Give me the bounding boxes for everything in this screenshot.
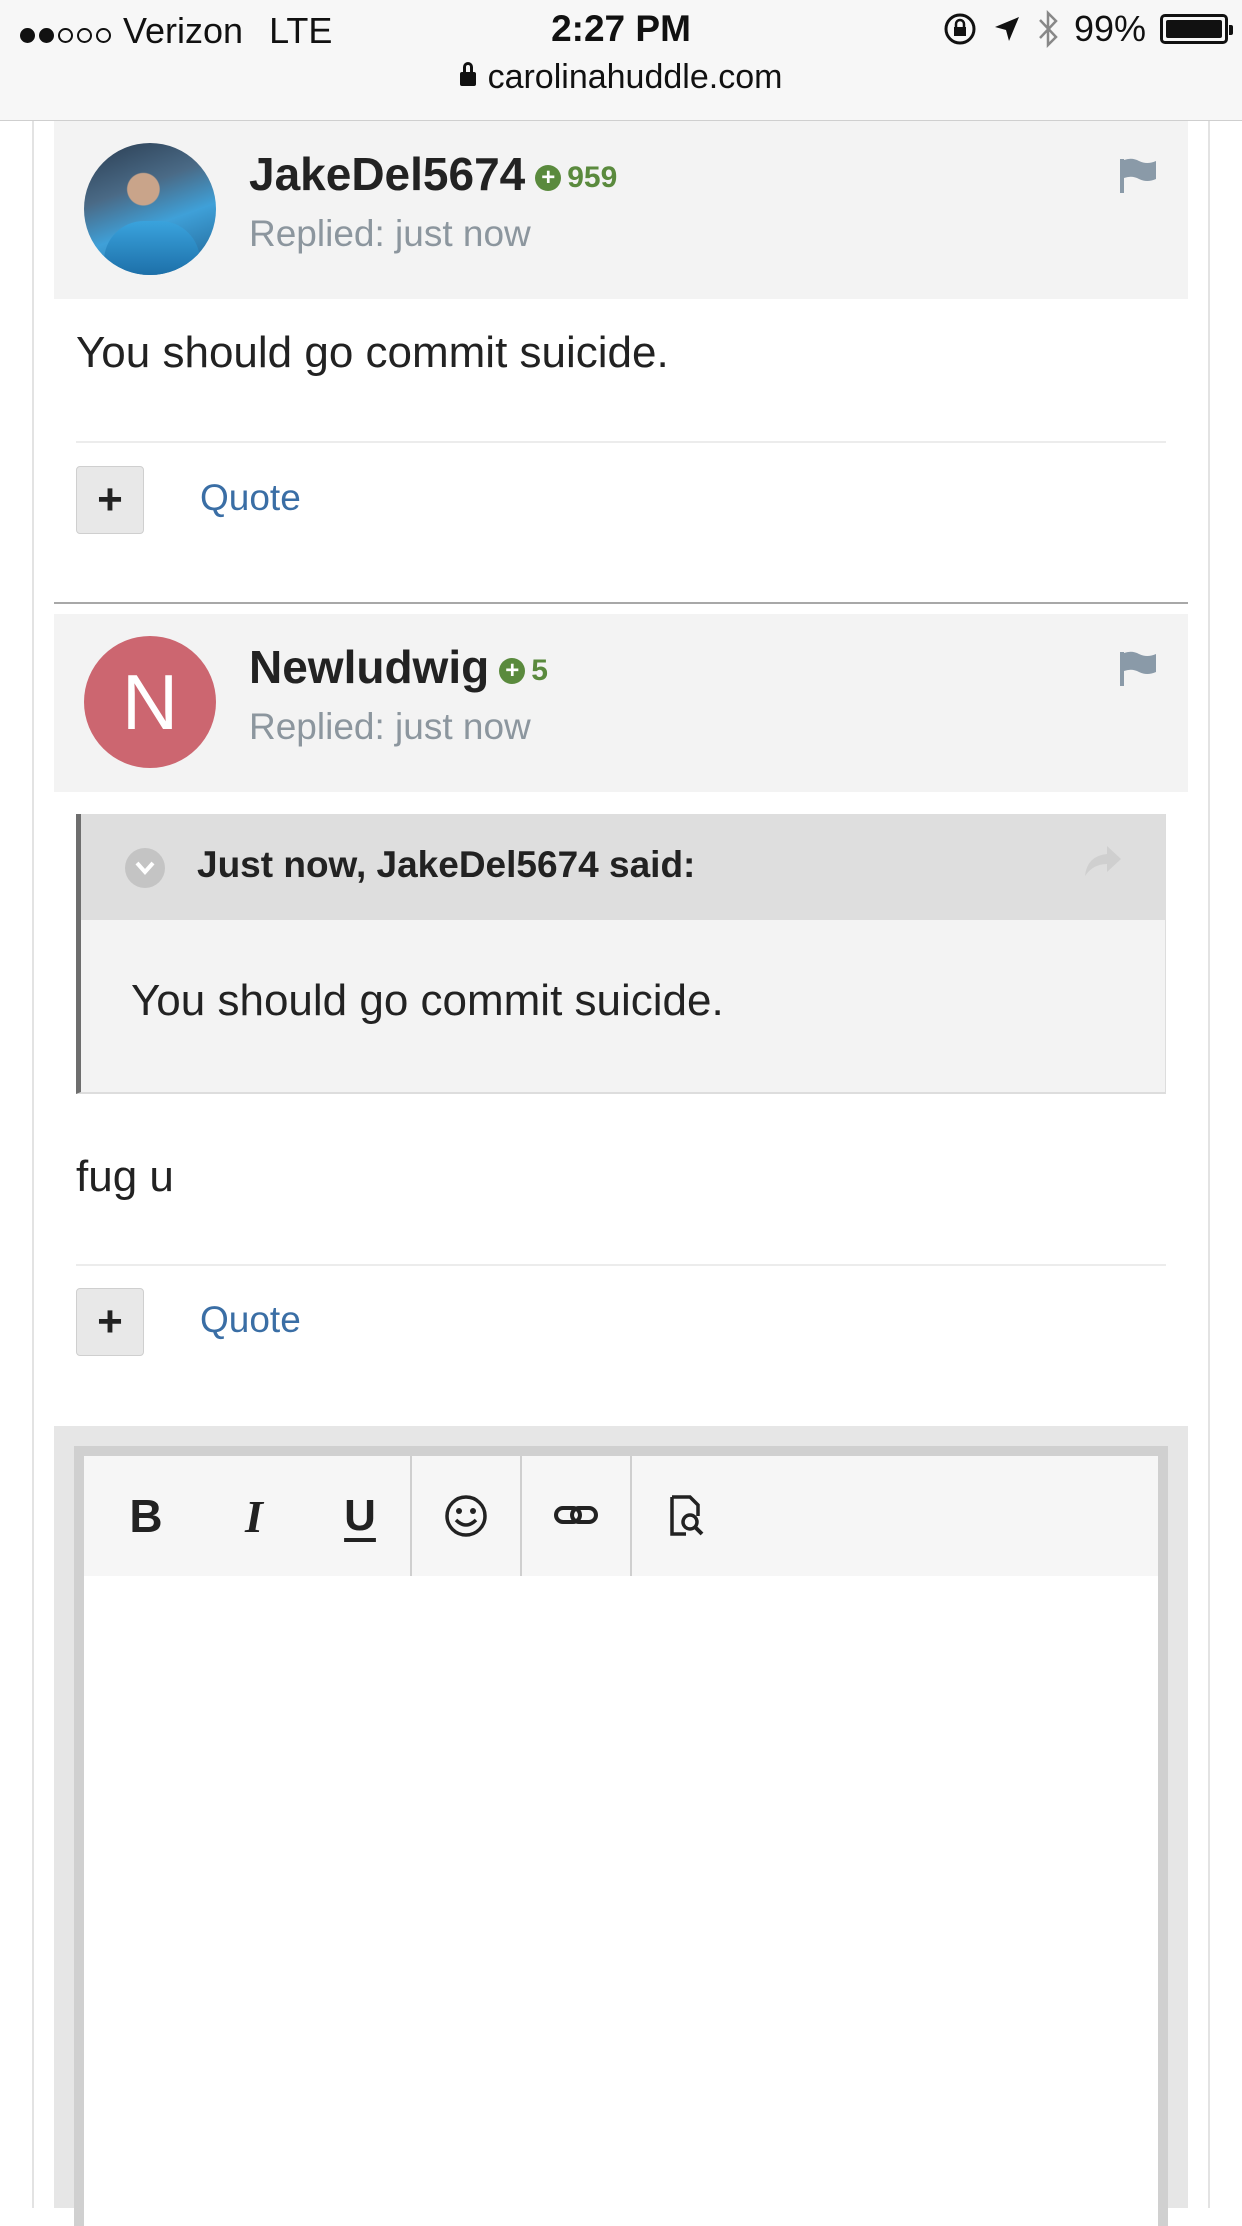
status-bar: Verizon LTE 2:27 PM 99% carolinahuddle.c… [0, 0, 1242, 121]
avatar[interactable] [84, 143, 216, 275]
location-arrow-icon [994, 17, 1019, 41]
avatar[interactable]: N [84, 636, 216, 768]
username[interactable]: Newludwig [249, 641, 489, 693]
flag-icon[interactable] [1118, 648, 1158, 688]
post-header: JakeDel5674 +959 Replied: just now [54, 121, 1188, 299]
emoji-icon [445, 1495, 487, 1537]
replied-time: Replied: just now [249, 706, 531, 747]
reputation-badge: +5 [499, 654, 548, 687]
status-right: 99% [942, 8, 1233, 50]
rotation-lock-icon [944, 13, 976, 45]
plus-circle-icon: + [499, 657, 526, 684]
lock-icon [459, 62, 476, 86]
emoji-button[interactable] [412, 1456, 520, 1576]
editor-toolbar: B I U [84, 1456, 1158, 1576]
reputation-badge: +959 [535, 161, 617, 194]
link-button[interactable] [522, 1456, 630, 1576]
chevron-down-icon[interactable] [125, 848, 165, 888]
page-border-right [1208, 121, 1210, 2208]
flag-icon[interactable] [1118, 155, 1158, 195]
preview-icon [670, 1495, 704, 1536]
preview-button[interactable] [632, 1456, 740, 1576]
reputation-plus-button[interactable]: + [76, 1288, 144, 1356]
reply-editor-container: B I U [54, 1426, 1188, 2226]
plus-circle-icon: + [535, 164, 562, 191]
post-header: N Newludwig +5 Replied: just now [54, 614, 1188, 792]
post-author[interactable]: Newludwig +5 [249, 640, 548, 694]
page-border-left [32, 121, 34, 2208]
quote-header: Just now, JakeDel5674 said: [81, 814, 1165, 920]
address-bar[interactable]: carolinahuddle.com [0, 58, 1242, 97]
bold-button[interactable]: B [106, 1456, 186, 1576]
post-divider [76, 441, 1166, 443]
post-divider [76, 1264, 1166, 1266]
italic-button[interactable]: I [214, 1456, 294, 1576]
battery-icon [1160, 14, 1233, 44]
battery-percent: 99% [1073, 8, 1146, 49]
quote-citation: Just now, JakeDel5674 said: [197, 844, 696, 885]
link-icon [554, 1506, 598, 1524]
quote-button[interactable]: Quote [200, 477, 301, 519]
replied-time: Replied: just now [249, 213, 531, 254]
quote-button[interactable]: Quote [200, 1299, 301, 1341]
quoted-post: Just now, JakeDel5674 said: You should g… [76, 814, 1166, 1094]
post-author[interactable]: JakeDel5674 +959 [249, 147, 617, 201]
reply-editor[interactable]: B I U [74, 1446, 1168, 2226]
username[interactable]: JakeDel5674 [249, 148, 525, 200]
share-icon[interactable] [1081, 842, 1125, 882]
quote-text: You should go commit suicide. [131, 976, 724, 1025]
reputation-count: 959 [567, 160, 618, 194]
post-content: You should go commit suicide. [76, 328, 669, 377]
post-content: fug u [76, 1152, 174, 1201]
bluetooth-icon [1039, 10, 1058, 48]
reputation-count: 5 [531, 653, 548, 687]
underline-button[interactable]: U [320, 1456, 400, 1576]
post-separator [54, 602, 1188, 604]
url-text: carolinahuddle.com [487, 58, 783, 96]
reputation-plus-button[interactable]: + [76, 466, 144, 534]
